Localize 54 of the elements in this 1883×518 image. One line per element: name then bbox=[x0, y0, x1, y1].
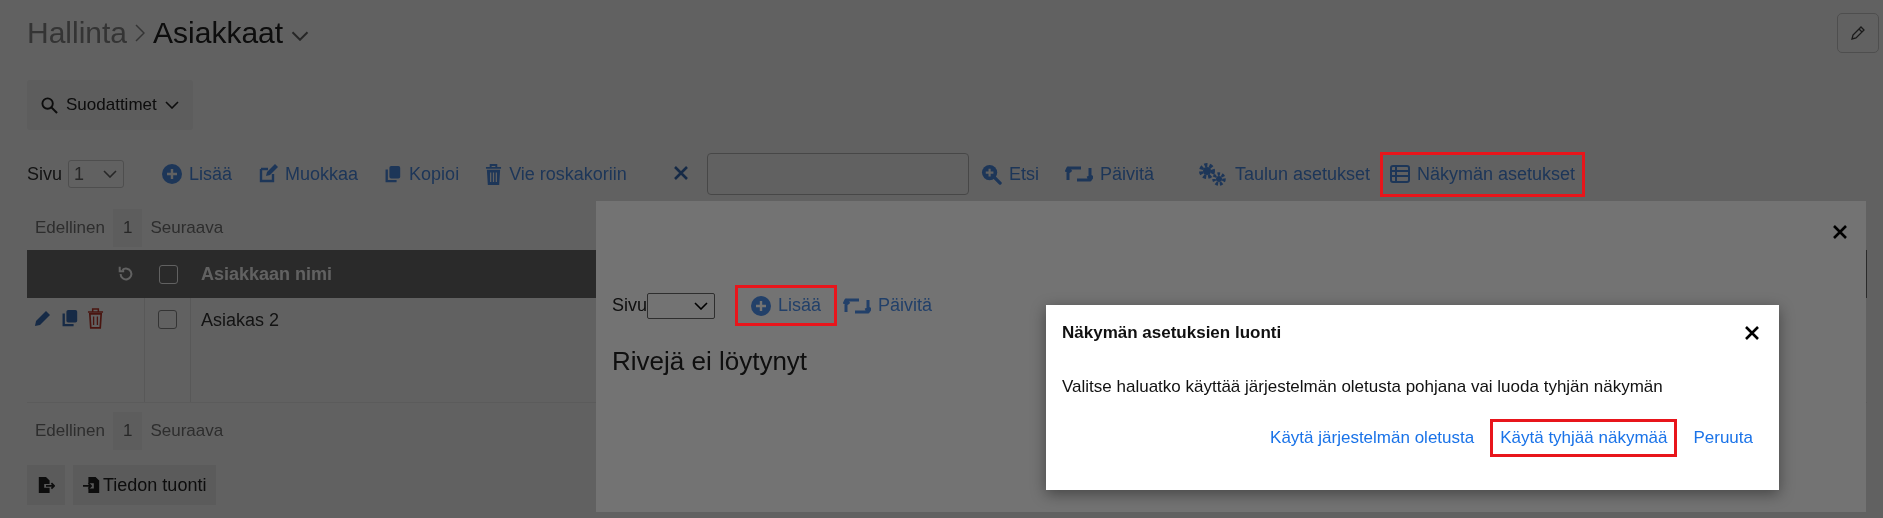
edit-button[interactable] bbox=[1837, 13, 1879, 53]
table-cell-text: Asiakas 2 bbox=[200, 309, 280, 331]
toolbar-button[interactable]: Kopioi bbox=[374, 155, 470, 193]
toolbar-button[interactable]: Päivitä bbox=[1054, 155, 1164, 193]
undo-icon bbox=[117, 265, 135, 283]
page-select[interactable] bbox=[647, 292, 715, 319]
toolbar-button[interactable]: Näkymän asetukset bbox=[1380, 151, 1586, 197]
search-field[interactable] bbox=[706, 153, 969, 195]
import-button[interactable]: Tiedon tuonti bbox=[73, 465, 217, 505]
plus-circle-icon bbox=[751, 295, 771, 316]
caret-icon bbox=[291, 31, 310, 41]
chevron-icon bbox=[135, 24, 146, 42]
toolbar-button[interactable]: Etsi bbox=[970, 155, 1049, 193]
export-button[interactable] bbox=[27, 465, 65, 505]
page-select[interactable]: 1 bbox=[68, 160, 124, 188]
file-import-icon bbox=[83, 476, 101, 494]
edit-icon bbox=[258, 164, 279, 184]
caret-icon bbox=[164, 101, 179, 109]
plus-circle-icon bbox=[162, 164, 182, 184]
search-icon bbox=[41, 96, 58, 114]
gears-icon bbox=[1197, 162, 1228, 186]
page-label: Sivu bbox=[612, 295, 647, 316]
close-icon bbox=[1745, 326, 1759, 340]
file-export-icon bbox=[37, 476, 55, 494]
checkbox[interactable] bbox=[158, 310, 177, 329]
toolbar-button[interactable]: Lisää bbox=[152, 155, 243, 193]
toolbar-button[interactable]: Päivitä bbox=[837, 285, 939, 326]
caret-icon bbox=[694, 301, 708, 310]
dialog-button[interactable]: Peruuta bbox=[1683, 419, 1763, 457]
page-label: Sivu bbox=[27, 163, 62, 185]
filter-button[interactable]: Suodattimet bbox=[27, 80, 193, 130]
dialog-button[interactable]: Käytä järjestelmän oletusta bbox=[1260, 419, 1485, 457]
copy-icon bbox=[61, 308, 79, 328]
copy-icon bbox=[384, 164, 403, 184]
close-icon bbox=[672, 166, 689, 182]
dialog-button[interactable]: Käytä tyhjää näkymää bbox=[1490, 419, 1678, 457]
toolbar-button[interactable]: Lisää bbox=[735, 285, 838, 326]
dialog-title: Näkymän asetuksien luonti bbox=[1062, 323, 1282, 343]
caret-icon bbox=[103, 170, 117, 178]
select-value: 1 bbox=[74, 163, 85, 185]
trash-icon bbox=[485, 163, 503, 185]
toolbar-button[interactable]: Vie roskakoriin bbox=[475, 155, 637, 193]
toolbar-button[interactable]: Taulun asetukset bbox=[1191, 154, 1376, 194]
list-icon bbox=[1390, 165, 1410, 183]
empty-message: Rivejä ei löytynyt bbox=[612, 346, 809, 377]
toolbar-button[interactable]: Muokkaa bbox=[248, 155, 369, 193]
refresh-icon bbox=[1064, 164, 1093, 184]
search-icon bbox=[980, 163, 1002, 185]
dialog-message: Valitse haluatko käyttää järjestelmän oletusta pohjana vai luoda tyhjän näkymän bbox=[1062, 377, 1664, 397]
close-icon bbox=[1832, 225, 1848, 241]
trash-icon bbox=[87, 308, 104, 329]
pencil-icon bbox=[33, 308, 53, 328]
pencil-icon bbox=[1850, 25, 1866, 41]
page-title: Asiakkaat bbox=[153, 16, 284, 50]
